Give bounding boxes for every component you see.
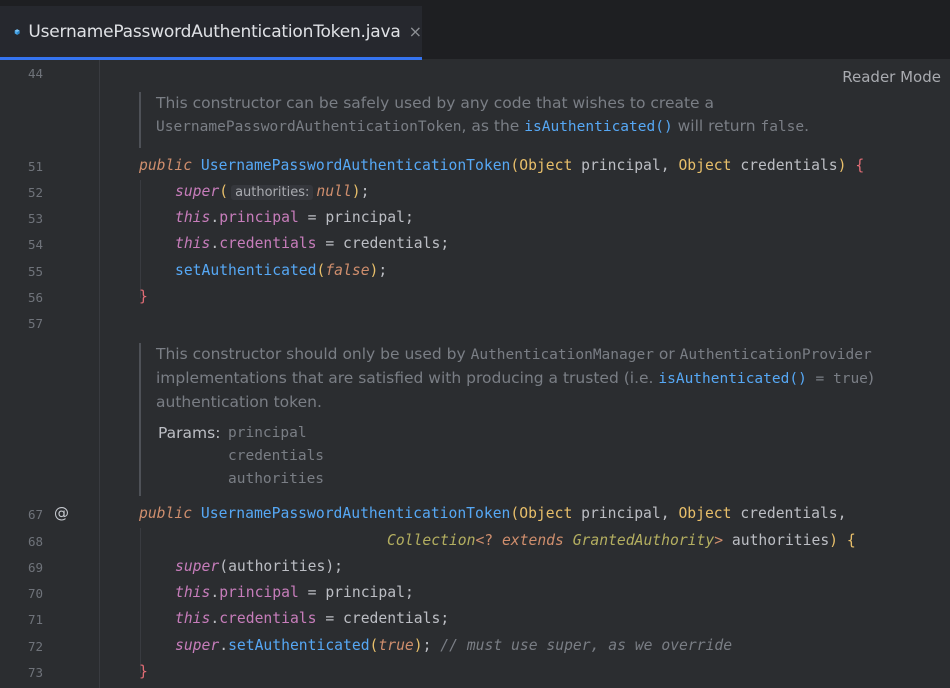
doc-text: ) <box>867 369 874 387</box>
line-number: 56 <box>28 290 44 305</box>
code-line: public UsernamePasswordAuthenticationTok… <box>139 157 865 174</box>
doc-code: AuthenticationProvider <box>679 347 872 363</box>
code-line: this.credentials = credentials; <box>175 235 450 252</box>
reader-mode-button[interactable]: Reader Mode <box>842 68 941 86</box>
doc-code: AuthenticationManager <box>470 347 654 363</box>
code-line: this.credentials = credentials; <box>175 610 450 627</box>
doc-text: authentication token. <box>156 393 322 411</box>
tab-title: UsernamePasswordAuthenticationToken.java <box>28 21 401 42</box>
param-hint: authorities: <box>231 185 314 200</box>
line-number: 52 <box>28 185 44 200</box>
doc-code: false <box>760 119 805 135</box>
code-line: Collection<? extends GrantedAuthority> a… <box>387 532 856 549</box>
close-icon[interactable]: × <box>409 22 422 41</box>
code-line: setAuthenticated(false); <box>175 262 388 279</box>
line-number: 73 <box>28 665 44 680</box>
line-number: 51 <box>28 159 44 174</box>
line-number: 69 <box>28 560 44 575</box>
doc-text: This constructor should only be used by <box>156 345 471 363</box>
doc-code: UsernamePasswordAuthenticationToken <box>156 119 462 135</box>
line-number: 70 <box>28 586 44 601</box>
override-marker-icon[interactable]: @ <box>54 504 69 522</box>
doc-link-is-authenticated[interactable]: isAuthenticated() <box>658 371 806 387</box>
line-number: 72 <box>28 639 44 654</box>
line-number: 57 <box>28 316 44 331</box>
indent-guide <box>140 528 141 673</box>
code-line: super(authorities: null); <box>175 183 370 200</box>
doc-text: or <box>653 345 680 363</box>
code-editor[interactable]: 44 51 52 53 54 55 56 57 67 @ 68 69 70 71… <box>0 60 950 688</box>
param-name: credentials <box>228 448 325 464</box>
indent-guide <box>140 180 141 298</box>
line-number: 55 <box>28 264 44 279</box>
code-line: super.setAuthenticated(true); // must us… <box>175 637 733 654</box>
editor-tab-bar: UsernamePasswordAuthenticationToken.java… <box>0 0 950 60</box>
line-number: 44 <box>28 66 44 81</box>
param-name: principal <box>228 425 307 441</box>
doc-text: This constructor can be safely used by a… <box>156 94 715 112</box>
doc-text: . <box>804 117 810 135</box>
doc-text: will return <box>672 117 761 135</box>
code-line: super(authorities); <box>175 558 344 575</box>
params-label: Params: <box>158 424 221 442</box>
code-line: public UsernamePasswordAuthenticationTok… <box>139 505 847 522</box>
code-line: this.principal = principal; <box>175 584 414 601</box>
code-line: } <box>139 663 148 680</box>
param-name: authorities <box>228 471 325 487</box>
code-line: } <box>139 288 148 305</box>
doc-text: implementations that are satisfied with … <box>156 369 659 387</box>
java-class-icon <box>14 28 20 35</box>
doc-comment-1: This constructor can be safely used by a… <box>139 92 809 148</box>
line-number: 54 <box>28 237 44 252</box>
doc-code: = true <box>806 371 868 387</box>
tab-file[interactable]: UsernamePasswordAuthenticationToken.java… <box>0 6 422 60</box>
doc-comment-2: This constructor should only be used by … <box>139 343 874 496</box>
code-line: this.principal = principal; <box>175 209 414 226</box>
line-number: 53 <box>28 211 44 226</box>
doc-text: , as the <box>461 117 525 135</box>
doc-link-is-authenticated[interactable]: isAuthenticated() <box>524 119 672 135</box>
line-number: 71 <box>28 612 44 627</box>
line-number: 68 <box>28 534 44 549</box>
